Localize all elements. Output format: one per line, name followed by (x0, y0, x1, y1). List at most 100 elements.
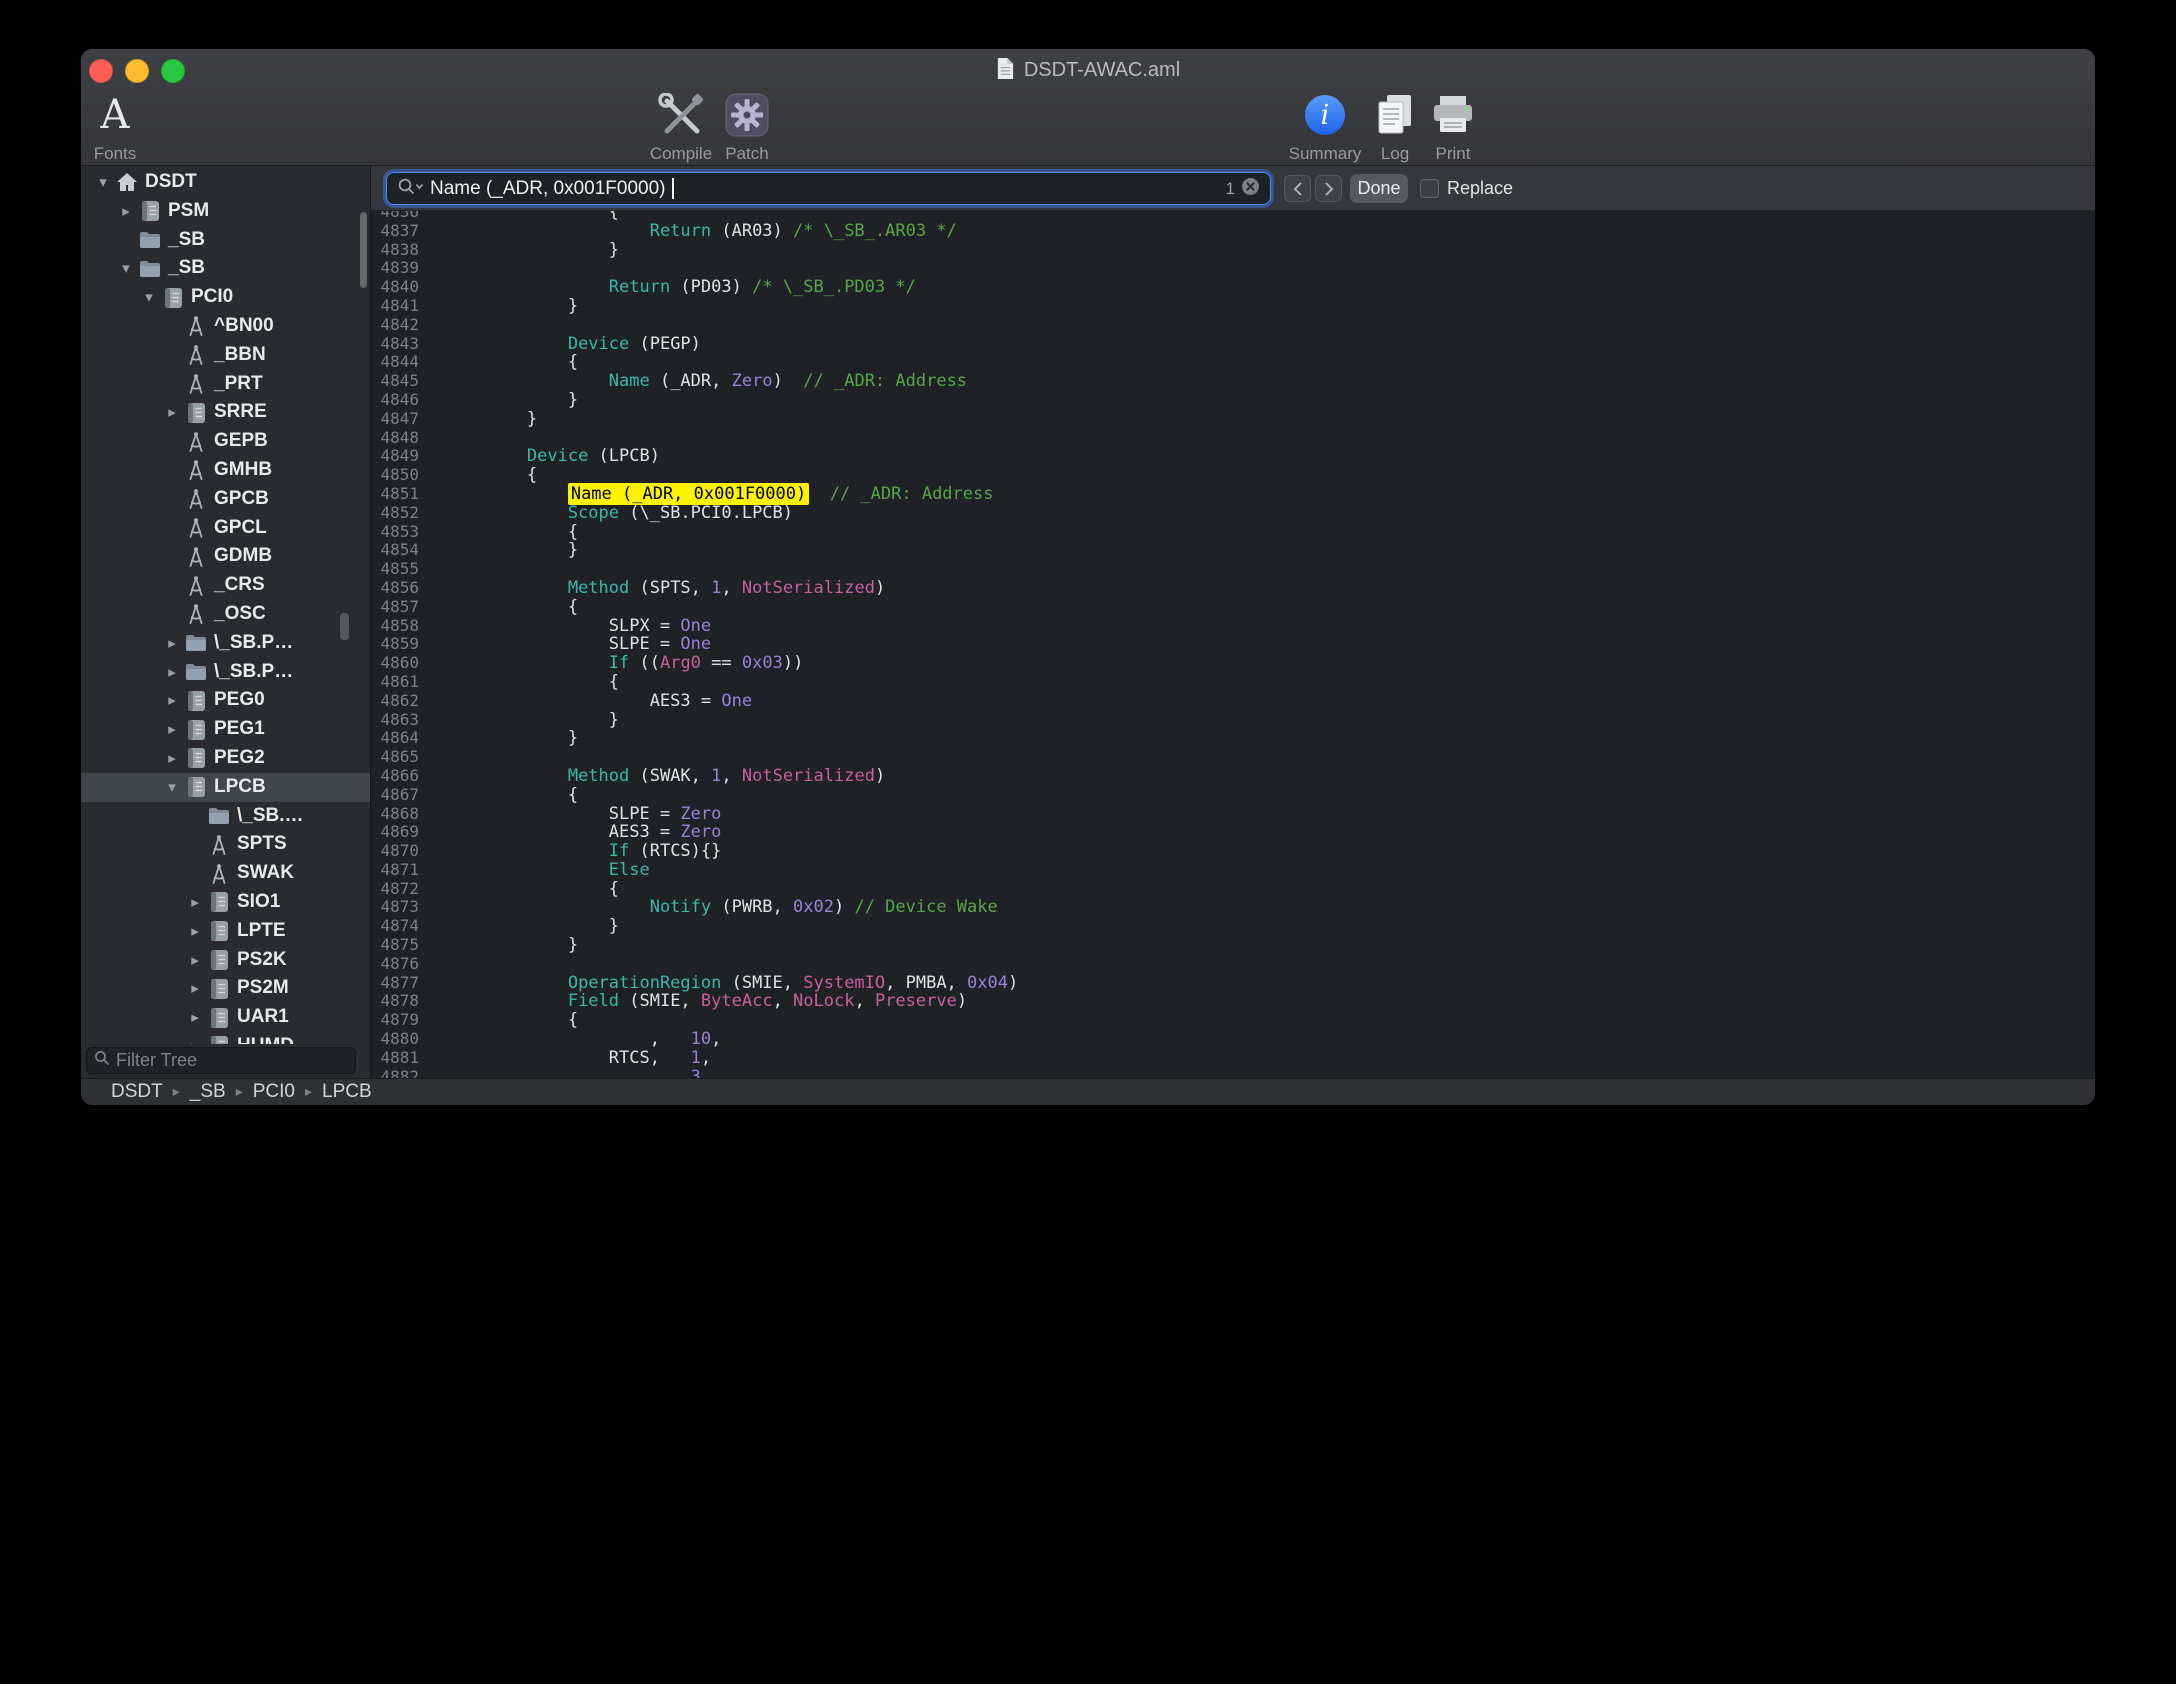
tree-item-peg0[interactable]: ▸PEG0 (81, 686, 370, 715)
breadcrumb-item-dsdt[interactable]: DSDT (111, 1081, 163, 1103)
tree-item-peg2[interactable]: ▸PEG2 (81, 744, 370, 773)
disclosure-triangle-icon[interactable]: ▸ (187, 946, 203, 975)
folder-icon (184, 660, 208, 684)
code-editor[interactable]: 4836483748384839484048414842484348444845… (371, 211, 2095, 1078)
code-line: } (445, 541, 2095, 560)
code-line: } (445, 297, 2095, 316)
tree-item-psm[interactable]: ▸PSM (81, 197, 370, 226)
disclosure-triangle-icon[interactable]: ▸ (187, 888, 203, 917)
tree-item-sb[interactable]: _SB (81, 226, 370, 255)
tree-item-label: LPCB (214, 773, 266, 802)
replace-checkbox[interactable] (1420, 179, 1439, 198)
folder-icon (207, 804, 231, 828)
breadcrumb-item-sb[interactable]: _SB (190, 1081, 226, 1103)
tree-item-dsdt[interactable]: ▾DSDT (81, 168, 370, 197)
tree-item-lpte[interactable]: ▸LPTE (81, 917, 370, 946)
disclosure-triangle-icon[interactable]: ▾ (118, 254, 134, 283)
print-label: Print (1436, 144, 1471, 164)
tree-item-gepb[interactable]: GEPB (81, 427, 370, 456)
filter-tree-input[interactable] (116, 1050, 348, 1071)
sidebar-scrollbar-thumb[interactable] (360, 212, 367, 288)
splitter-handle[interactable] (340, 613, 349, 640)
print-button[interactable]: Print (1405, 89, 1501, 164)
patch-button[interactable]: Patch (699, 89, 795, 164)
search-menu-icon[interactable] (397, 177, 424, 201)
tree-item-ps2m[interactable]: ▸PS2M (81, 974, 370, 1003)
find-search-field[interactable]: Name (_ADR, 0x001F0000) 1 (386, 172, 1271, 205)
disclosure-triangle-icon[interactable]: ▸ (187, 917, 203, 946)
breadcrumb-item-pci0[interactable]: PCI0 (253, 1081, 295, 1103)
match-count: 1 (1226, 179, 1235, 199)
clear-search-icon[interactable] (1241, 177, 1260, 201)
line-number: 4864 (371, 729, 419, 748)
tree-item-label: _SB (168, 226, 205, 255)
line-number: 4844 (371, 353, 419, 372)
find-previous-button[interactable] (1284, 175, 1311, 202)
tree-item-sio1[interactable]: ▸SIO1 (81, 888, 370, 917)
disclosure-triangle-icon[interactable]: ▸ (164, 686, 180, 715)
tree-item-sb[interactable]: \_SB.… (81, 802, 370, 831)
filter-field[interactable] (86, 1047, 356, 1074)
tree-item-humd[interactable]: ▸ HUMD (81, 1032, 370, 1044)
disclosure-triangle-icon[interactable]: ▸ (164, 715, 180, 744)
replace-toggle[interactable]: Replace (1420, 174, 1513, 203)
code-line: } (445, 711, 2095, 730)
tree-item-swak[interactable]: SWAK (81, 859, 370, 888)
breadcrumb-item-lpcb[interactable]: LPCB (322, 1081, 372, 1103)
tree-item-label: HUMD (237, 1032, 294, 1044)
tree-item-osc[interactable]: _OSC (81, 600, 370, 629)
fonts-button[interactable]: A Fonts (81, 89, 163, 164)
method-icon (184, 430, 208, 454)
tree-item-gmhb[interactable]: GMHB (81, 456, 370, 485)
code-line (445, 955, 2095, 974)
tree-item-gdmb[interactable]: GDMB (81, 542, 370, 571)
code-line: AES3 = One (445, 692, 2095, 711)
tree-item-bn00[interactable]: ^BN00 (81, 312, 370, 341)
method-icon (184, 458, 208, 482)
code-line: , 10, (445, 1030, 2095, 1049)
tree-item-lpcb[interactable]: ▾ LPCB (81, 773, 370, 802)
tree-item-sb[interactable]: ▾_SB (81, 254, 370, 283)
disclosure-triangle-icon[interactable]: ▸ (164, 398, 180, 427)
disclosure-triangle-icon[interactable]: ▾ (95, 168, 111, 197)
tree-item-uar1[interactable]: ▸UAR1 (81, 1003, 370, 1032)
tree-item-label: PCI0 (191, 283, 233, 312)
line-number: 4854 (371, 541, 419, 560)
tree-item-peg1[interactable]: ▸ PEG1 (81, 715, 370, 744)
line-number: 4867 (371, 786, 419, 805)
disclosure-triangle-icon[interactable]: ▾ (141, 283, 157, 312)
tree-item-bbn[interactable]: _BBN (81, 341, 370, 370)
disclosure-triangle-icon[interactable]: ▸ (187, 1003, 203, 1032)
line-number: 4848 (371, 429, 419, 448)
tree-item-pci0[interactable]: ▾ PCI0 (81, 283, 370, 312)
tree-item-gpcb[interactable]: GPCB (81, 485, 370, 514)
breadcrumb-separator-icon: ▸ (305, 1084, 312, 1100)
disclosure-triangle-icon[interactable]: ▾ (164, 773, 180, 802)
tree-item-gpcl[interactable]: GPCL (81, 514, 370, 543)
done-button[interactable]: Done (1350, 174, 1408, 203)
tree-item-label: PEG1 (214, 715, 265, 744)
tree-item-crs[interactable]: _CRS (81, 571, 370, 600)
disclosure-triangle-icon[interactable]: ▸ (164, 744, 180, 773)
tree-item-label: PS2K (237, 946, 287, 975)
tree-item-sbp[interactable]: ▸\_SB.P… (81, 629, 370, 658)
tree-item-sbp[interactable]: ▸\_SB.P… (81, 658, 370, 687)
disclosure-triangle-icon[interactable]: ▸ (187, 974, 203, 1003)
line-number: 4849 (371, 447, 419, 466)
line-number: 4873 (371, 898, 419, 917)
disclosure-triangle-icon[interactable]: ▸ (164, 658, 180, 687)
navigator-sidebar: ▾DSDT▸PSM_SB▾_SB▾PCI0^BN00_BBN_PRT▸SRREG… (81, 166, 371, 1078)
tree-item-ps2k[interactable]: ▸ PS2K (81, 946, 370, 975)
tree-item-spts[interactable]: SPTS (81, 830, 370, 859)
disclosure-triangle-icon[interactable]: ▸ (164, 629, 180, 658)
code-line: Scope (\_SB.PCI0.LPCB) (445, 504, 2095, 523)
find-next-button[interactable] (1315, 175, 1342, 202)
tree-item-prt[interactable]: _PRT (81, 370, 370, 399)
disclosure-triangle-icon[interactable]: ▸ (118, 197, 134, 226)
method-icon (184, 545, 208, 569)
disclosure-triangle-icon[interactable]: ▸ (187, 1032, 203, 1044)
tree-item-label: ^BN00 (214, 312, 274, 341)
tree-item-srre[interactable]: ▸SRRE (81, 398, 370, 427)
line-number: 4860 (371, 654, 419, 673)
code-view[interactable]: { Return (AR03) /* \_SB_.AR03 */ } Retur… (429, 211, 2095, 1078)
